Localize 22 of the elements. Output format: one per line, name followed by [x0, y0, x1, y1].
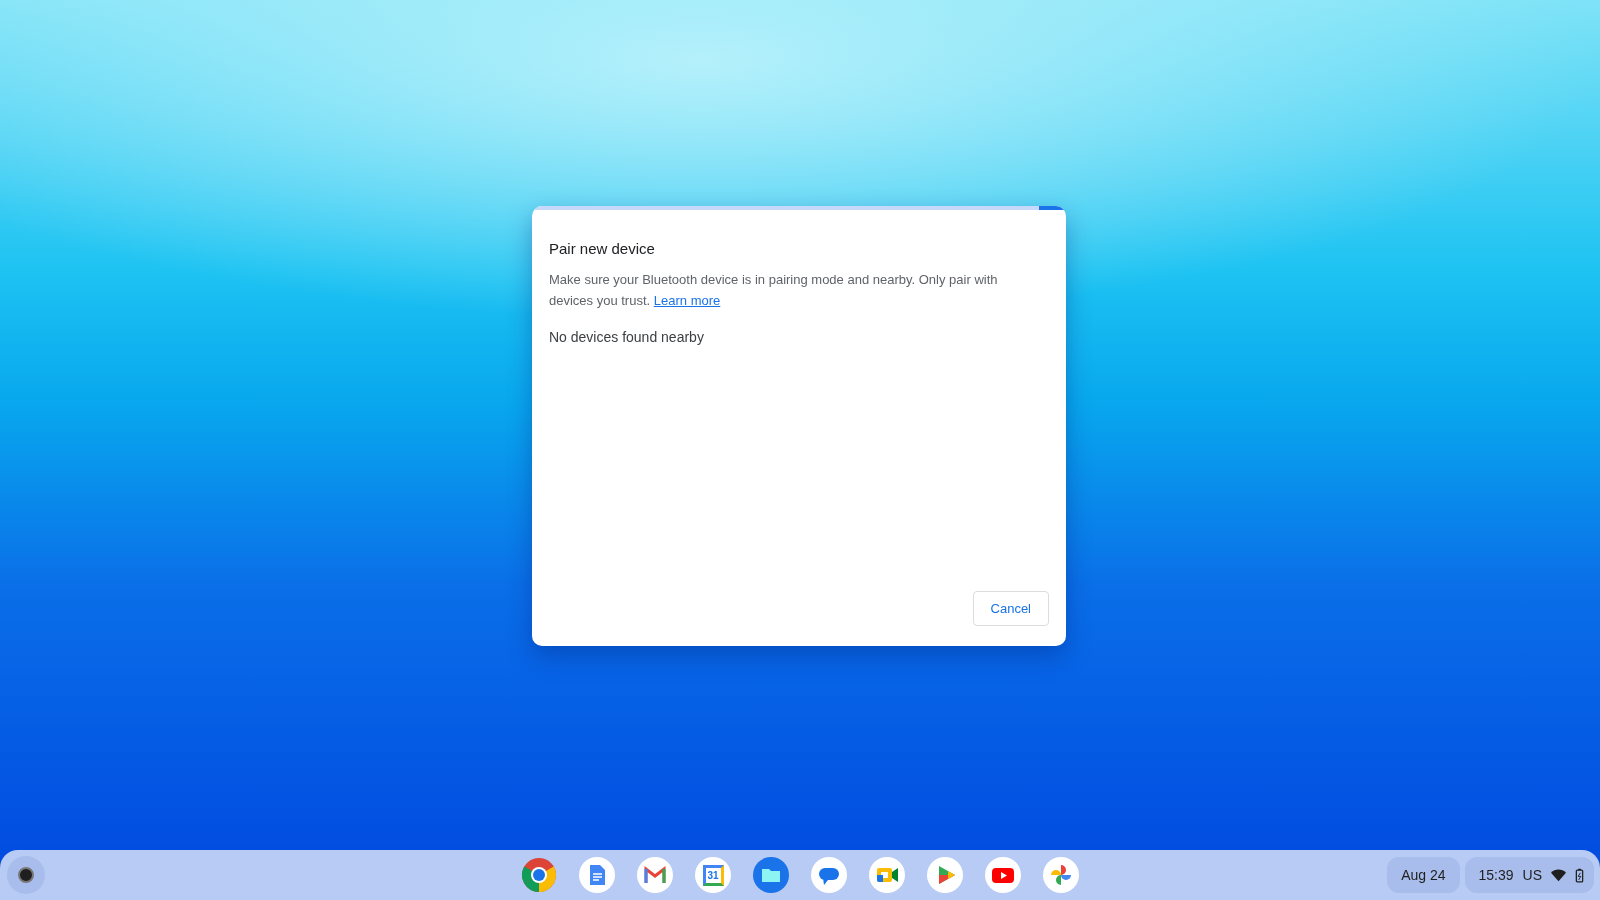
cancel-button[interactable]: Cancel: [972, 591, 1049, 626]
pinwheel-app-icon[interactable]: [1043, 857, 1079, 893]
mail-app-icon[interactable]: [637, 857, 673, 893]
learn-more-link[interactable]: Learn more: [653, 293, 721, 308]
wifi-icon: [1551, 867, 1566, 883]
status-tray[interactable]: 15:39 US: [1464, 857, 1594, 893]
keyboard-layout: US: [1522, 867, 1542, 883]
calendar-app-icon[interactable]: 31: [695, 857, 731, 893]
dialog-description: Make sure your Bluetooth device is in pairing mode and nearby. Only pair with devices you trust. Learn more: [549, 271, 999, 310]
chrome-app-icon[interactable]: [521, 857, 557, 893]
dialog-title: Pair new device: [549, 240, 656, 257]
video-play-app-icon[interactable]: [985, 857, 1021, 893]
document-app-icon[interactable]: [579, 857, 615, 893]
play-store-app-icon[interactable]: [927, 857, 963, 893]
clock-time: 15:39: [1478, 867, 1514, 883]
status-text: No devices found nearby: [549, 329, 705, 345]
video-camera-app-icon[interactable]: [869, 857, 905, 893]
date-button[interactable]: Aug 24: [1387, 857, 1460, 893]
chat-app-icon[interactable]: [811, 857, 847, 893]
folder-app-icon[interactable]: [753, 857, 789, 893]
launcher-button[interactable]: [7, 856, 45, 894]
battery-icon: [1575, 867, 1584, 883]
